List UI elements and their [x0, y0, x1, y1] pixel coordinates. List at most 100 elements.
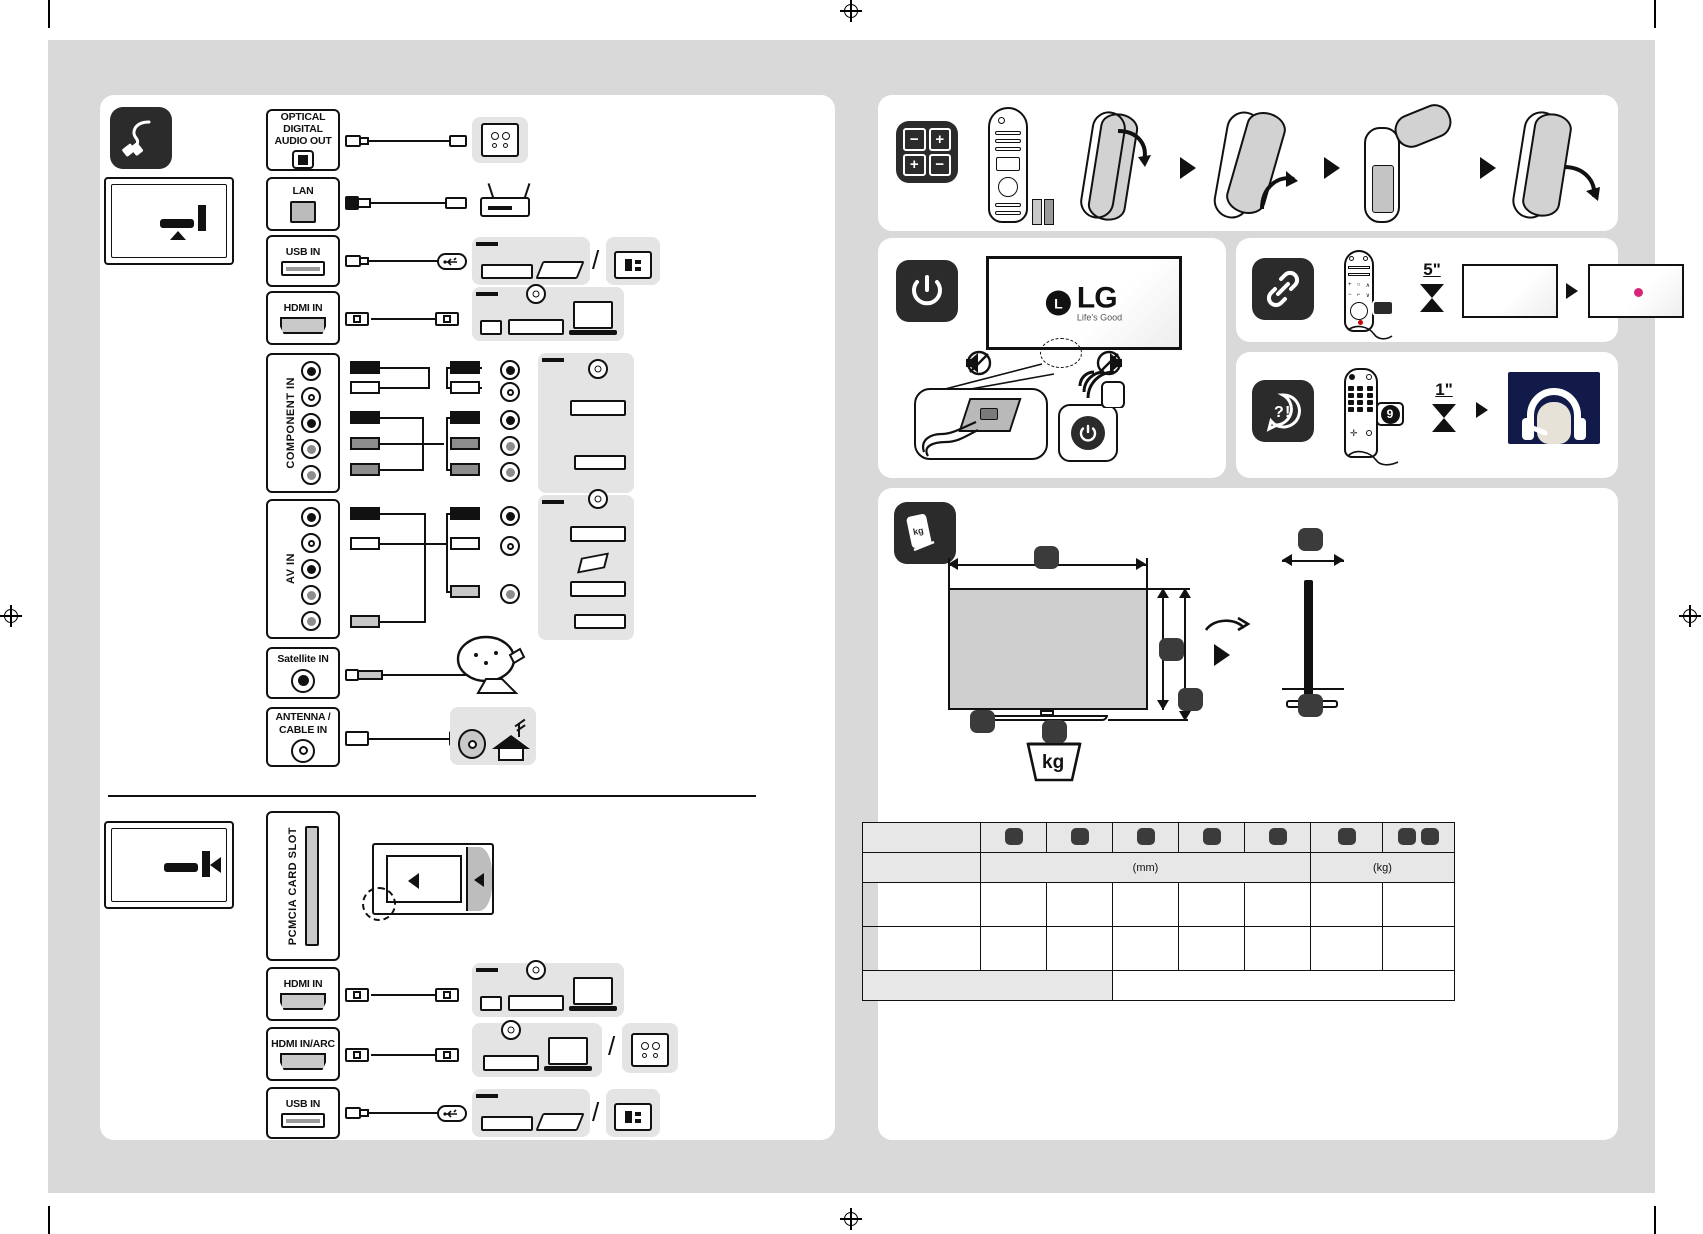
component-target-jack-1 [500, 360, 520, 380]
port-usb-in-side[interactable]: USB IN [266, 1087, 340, 1139]
pairing-remote-press-wheel[interactable]: + ○ ∧ − ⌐ ∨ [1334, 248, 1400, 340]
speaker-system-icon [481, 123, 519, 157]
battery-polarity-cell-1: − [903, 128, 926, 151]
component-jack-pb [301, 387, 322, 407]
table-row [862, 926, 1455, 971]
marker-height-panel [1159, 638, 1184, 661]
height-arrow-top-2 [1179, 588, 1191, 598]
usb-flash-drive-side-icon [535, 1113, 585, 1131]
weight-unit-label: kg [1042, 752, 1065, 773]
question-exclamation-icon: ? ! [1252, 380, 1314, 442]
set-top-box-side-icon [480, 996, 502, 1011]
svg-text:!: ! [1285, 404, 1290, 421]
battery-step-arrow-3 [1480, 157, 1496, 179]
help-remote-press-9[interactable]: ✛ 9 [1336, 366, 1414, 466]
table-header-cell-4 [1178, 822, 1245, 853]
satellite-dish-icon [452, 635, 536, 699]
component-cable-audio [350, 357, 510, 397]
component-target-jack-2 [500, 382, 520, 402]
device-group-card-reader [606, 237, 660, 285]
dvd-player-side-icon [508, 960, 564, 1011]
port-optical-digital-audio-out[interactable]: OPTICAL DIGITAL AUDIO OUT [266, 109, 340, 171]
port-label-hdmi-arc: HDMI IN/ARC [271, 1037, 335, 1050]
av-target-jack-2 [500, 536, 520, 556]
component-target-jack-5 [500, 462, 520, 482]
usb-symbol-side-icon [437, 1105, 467, 1122]
port-label-component: COMPONENT IN [284, 377, 297, 469]
table-cell [1112, 882, 1179, 927]
device-group-router [472, 179, 538, 223]
height-bottom-guide [1108, 719, 1188, 721]
wheel-ok-button[interactable] [1350, 302, 1368, 320]
usb-side-cable [345, 1103, 467, 1123]
table-cell [1382, 926, 1455, 971]
remote-ir-signal-icon [1074, 360, 1130, 409]
remote-pairing-panel: + ○ ∧ − ⌐ ∨ 5" [1236, 238, 1684, 342]
port-label-satellite: Satellite IN [277, 653, 329, 666]
usb-cable [345, 251, 467, 271]
marker-stand-depth [1298, 694, 1323, 717]
table-cell [1178, 882, 1245, 927]
card-slot-icon [305, 826, 320, 946]
port-label-hdmi: HDMI IN [283, 301, 323, 314]
port-antenna-cable-in[interactable]: ANTENNA / CABLE IN [266, 707, 340, 767]
specification-table: (mm) (kg) [862, 822, 1455, 1001]
device-group-arc-speaker [622, 1023, 678, 1073]
port-av-in[interactable]: AV IN [266, 499, 340, 639]
power-on-panel: L LG Life's Good [878, 238, 1226, 478]
remote-battery-compartment-open [1358, 99, 1468, 225]
av-jack-stack [301, 504, 322, 634]
av-target-jack-1 [500, 506, 520, 526]
av-jack-video [301, 507, 322, 527]
coax-jack-antenna-icon [291, 738, 315, 763]
tv-joystick-button[interactable] [914, 388, 1048, 460]
port-label-usb: USB IN [285, 245, 321, 258]
port-pcmcia-card-slot[interactable]: PCMCIA CARD SLOT [266, 811, 340, 961]
dimensions-weight-icon: kg [894, 502, 956, 564]
table-unit-mm: (mm) [980, 852, 1311, 883]
port-usb-in[interactable]: USB IN [266, 235, 340, 287]
table-cell [1046, 926, 1113, 971]
port-lan[interactable]: LAN [266, 177, 340, 231]
cable-plug-icon [110, 107, 172, 169]
house-antenna-icon [492, 718, 531, 761]
av-jack-audio-l [301, 533, 322, 553]
device-group-speaker-system [472, 117, 528, 163]
registration-mark-left [0, 605, 22, 627]
port-hdmi-in-arc[interactable]: HDMI IN/ARC [266, 1027, 340, 1081]
height-arrow-bottom-1 [1157, 700, 1169, 710]
av-jack-extra-2 [301, 611, 322, 631]
port-component-in[interactable]: COMPONENT IN [266, 353, 340, 493]
battery-aa-2 [1044, 199, 1054, 225]
av-cable [350, 503, 510, 633]
width-arrow-right [1136, 558, 1146, 570]
port-label-hdmi-side: HDMI IN [283, 977, 323, 990]
usb-a-jack-icon [281, 261, 325, 277]
port-hdmi-in[interactable]: HDMI IN [266, 291, 340, 345]
agent-face [1537, 402, 1571, 444]
remote-power-button[interactable] [1058, 404, 1118, 462]
height-arrow-top-1 [1157, 588, 1169, 598]
marker-depth [1298, 528, 1323, 551]
battery-polarity-cell-2: + [928, 128, 951, 151]
table-cell [1310, 926, 1383, 971]
battery-step-arrow-2 [1324, 157, 1340, 179]
dvd-player-av-icon [570, 489, 626, 543]
component-jack-pr [301, 413, 322, 433]
pairing-hold-time-label: 5" [1423, 260, 1441, 279]
port-satellite-in[interactable]: Satellite IN [266, 647, 340, 699]
lan-cable [345, 195, 467, 211]
port-hdmi-in-side[interactable]: HDMI IN [266, 967, 340, 1021]
component-jack-audio-l [301, 439, 322, 459]
port-label-lan: LAN [292, 185, 314, 198]
hdmi-cable [345, 309, 467, 329]
table-cell [1178, 926, 1245, 971]
section-divider [108, 795, 756, 797]
table-row [862, 882, 1455, 927]
magic-remote-with-batteries [980, 107, 1062, 225]
device-group-av-sources [538, 489, 634, 640]
usb-a-jack-side-icon [281, 1113, 325, 1129]
marker-width [1034, 546, 1059, 569]
vcr-icon [574, 613, 626, 629]
marker-height-total [1178, 688, 1203, 711]
